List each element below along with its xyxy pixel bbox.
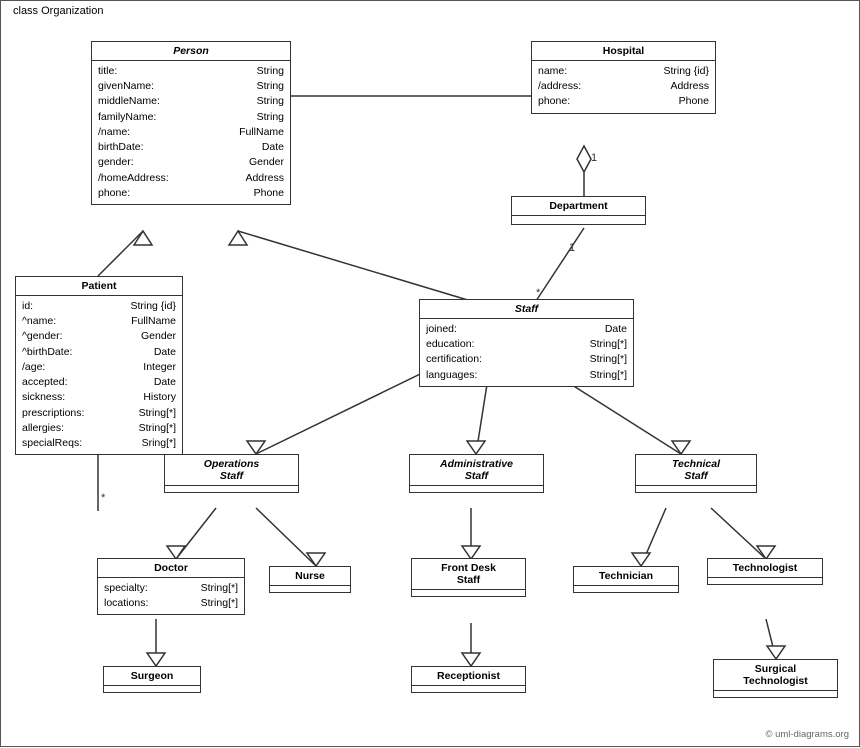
- doctor-class: Doctor specialty:String[*] locations:Str…: [97, 558, 245, 615]
- doctor-header: Doctor: [98, 559, 244, 578]
- department-body: [512, 216, 645, 224]
- technologist-class: Technologist: [707, 558, 823, 585]
- technical-staff-body: [636, 486, 756, 492]
- surgical-technologist-header: Surgical Technologist: [714, 660, 837, 691]
- patient-body: id:String {id} ^name:FullName ^gender:Ge…: [16, 296, 182, 454]
- nurse-header: Nurse: [270, 567, 350, 586]
- diagram-container: class Organization * * 1 * 1 *: [0, 0, 860, 747]
- technical-staff-header: Technical Staff: [636, 455, 756, 486]
- surgeon-body: [104, 686, 200, 692]
- admin-staff-class: Administrative Staff: [409, 454, 544, 493]
- technician-class: Technician: [573, 566, 679, 593]
- operations-staff-body: [165, 486, 298, 492]
- operations-staff-header: Operations Staff: [165, 455, 298, 486]
- svg-text:*: *: [536, 287, 541, 299]
- technician-header: Technician: [574, 567, 678, 586]
- surgeon-header: Surgeon: [104, 667, 200, 686]
- front-desk-header: Front Desk Staff: [412, 559, 525, 590]
- hospital-header: Hospital: [532, 42, 715, 61]
- svg-text:*: *: [101, 492, 106, 504]
- person-header: Person: [92, 42, 290, 61]
- technologist-header: Technologist: [708, 559, 822, 578]
- hospital-body: name:String {id} /address:Address phone:…: [532, 61, 715, 113]
- person-class: Person title:String givenName:String mid…: [91, 41, 291, 205]
- technician-body: [574, 586, 678, 592]
- copyright: © uml-diagrams.org: [765, 729, 849, 740]
- technologist-body: [708, 578, 822, 584]
- staff-body: joined:Date education:String[*] certific…: [420, 319, 633, 386]
- receptionist-class: Receptionist: [411, 666, 526, 693]
- receptionist-header: Receptionist: [412, 667, 525, 686]
- svg-text:1: 1: [569, 242, 575, 254]
- staff-class: Staff joined:Date education:String[*] ce…: [419, 299, 634, 387]
- patient-header: Patient: [16, 277, 182, 296]
- person-body: title:String givenName:String middleName…: [92, 61, 290, 204]
- hospital-class: Hospital name:String {id} /address:Addre…: [531, 41, 716, 114]
- admin-staff-header: Administrative Staff: [410, 455, 543, 486]
- nurse-body: [270, 586, 350, 592]
- front-desk-class: Front Desk Staff: [411, 558, 526, 597]
- svg-text:1: 1: [591, 152, 597, 164]
- surgeon-class: Surgeon: [103, 666, 201, 693]
- surgical-technologist-class: Surgical Technologist: [713, 659, 838, 698]
- nurse-class: Nurse: [269, 566, 351, 593]
- doctor-body: specialty:String[*] locations:String[*]: [98, 578, 244, 614]
- staff-header: Staff: [420, 300, 633, 319]
- technical-staff-class: Technical Staff: [635, 454, 757, 493]
- admin-staff-body: [410, 486, 543, 492]
- front-desk-body: [412, 590, 525, 596]
- patient-class: Patient id:String {id} ^name:FullName ^g…: [15, 276, 183, 455]
- surgical-technologist-body: [714, 691, 837, 697]
- department-class: Department: [511, 196, 646, 225]
- department-header: Department: [512, 197, 645, 216]
- operations-staff-class: Operations Staff: [164, 454, 299, 493]
- diagram-title: class Organization: [9, 5, 108, 17]
- receptionist-body: [412, 686, 525, 692]
